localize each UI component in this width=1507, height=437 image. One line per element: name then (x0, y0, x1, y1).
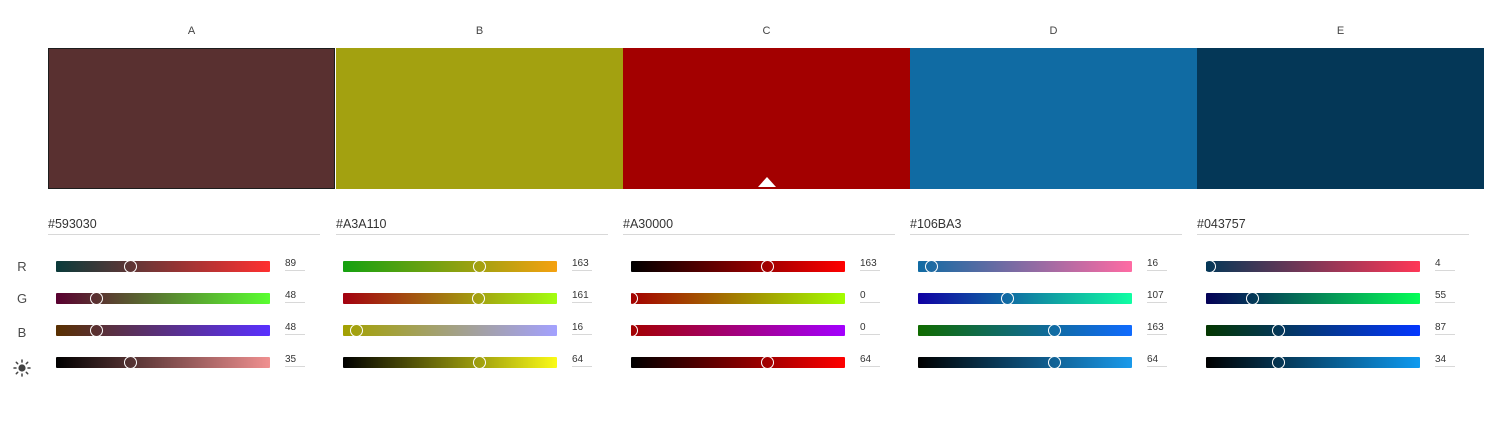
slider-handle[interactable] (124, 260, 138, 273)
brightness-slider[interactable] (1206, 356, 1420, 369)
slider-handle[interactable] (471, 292, 485, 305)
color-swatch[interactable] (1197, 48, 1484, 189)
color-swatch[interactable] (48, 48, 335, 189)
slider-handle[interactable] (1001, 292, 1015, 305)
red-value-input[interactable] (1435, 257, 1455, 271)
slider-handle[interactable] (1048, 324, 1062, 337)
green-slider[interactable] (343, 292, 557, 305)
brightness-value-input[interactable] (572, 353, 592, 367)
slider-handle[interactable] (124, 356, 138, 369)
slider-handle[interactable] (1272, 356, 1286, 369)
brightness-slider[interactable] (918, 356, 1132, 369)
slider-handle[interactable] (89, 324, 103, 337)
green-value-input[interactable] (860, 289, 880, 303)
blue-slider[interactable] (56, 324, 270, 337)
blue-slider[interactable] (1206, 324, 1420, 337)
green-value-input[interactable] (285, 289, 305, 303)
green-value-input[interactable] (572, 289, 592, 303)
brightness-slider[interactable] (343, 356, 557, 369)
blue-slider[interactable] (343, 324, 557, 337)
slider-handle[interactable] (89, 292, 103, 305)
column-label: C (762, 25, 771, 37)
slider-handle[interactable] (624, 324, 638, 337)
blue-value-input[interactable] (1435, 321, 1455, 335)
slider-handle[interactable] (1272, 324, 1286, 337)
row-label-b: B (17, 325, 27, 340)
green-slider[interactable] (1206, 292, 1420, 305)
blue-value-input[interactable] (860, 321, 880, 335)
green-slider[interactable] (624, 292, 845, 305)
slider-handle[interactable] (349, 324, 363, 337)
red-value-input[interactable] (860, 257, 880, 271)
red-slider[interactable] (631, 260, 845, 273)
column-label: D (1049, 25, 1058, 37)
blue-slider[interactable] (624, 324, 845, 337)
green-value-input[interactable] (1435, 289, 1455, 303)
red-value-input[interactable] (1147, 257, 1167, 271)
column-label: B (475, 25, 484, 37)
hex-input[interactable] (910, 215, 1182, 235)
hex-input[interactable] (48, 215, 320, 235)
brightness-value-input[interactable] (860, 353, 880, 367)
red-slider[interactable] (918, 260, 1132, 273)
brightness-value-input[interactable] (285, 353, 305, 367)
base-color-marker-icon (757, 177, 776, 187)
red-value-input[interactable] (285, 257, 305, 271)
color-swatch[interactable] (910, 48, 1197, 189)
slider-handle[interactable] (761, 356, 775, 369)
green-value-input[interactable] (1147, 289, 1167, 303)
brightness-slider[interactable] (56, 356, 270, 369)
green-slider[interactable] (56, 292, 270, 305)
hex-input[interactable] (1197, 215, 1469, 235)
slider-handle[interactable] (624, 292, 638, 305)
column-label: E (1336, 25, 1345, 37)
slider-handle[interactable] (1245, 292, 1259, 305)
red-value-input[interactable] (572, 257, 592, 271)
blue-value-input[interactable] (285, 321, 305, 335)
brightness-value-input[interactable] (1147, 353, 1167, 367)
brightness-icon (13, 359, 31, 377)
slider-handle[interactable] (924, 260, 938, 273)
green-slider[interactable] (918, 292, 1132, 305)
red-slider[interactable] (56, 260, 270, 273)
color-swatch[interactable] (336, 48, 623, 189)
slider-handle[interactable] (1048, 356, 1062, 369)
blue-value-input[interactable] (572, 321, 592, 335)
row-label-r: R (17, 259, 27, 274)
slider-handle[interactable] (473, 260, 487, 273)
blue-slider[interactable] (918, 324, 1132, 337)
column-label: A (187, 25, 196, 37)
brightness-value-input[interactable] (1435, 353, 1455, 367)
red-slider[interactable] (343, 260, 557, 273)
color-swatch[interactable] (623, 48, 910, 189)
brightness-slider[interactable] (631, 356, 845, 369)
slider-handle[interactable] (761, 260, 775, 273)
row-label-g: G (16, 291, 28, 306)
hex-input[interactable] (623, 215, 895, 235)
hex-input[interactable] (336, 215, 608, 235)
slider-handle[interactable] (1202, 260, 1216, 273)
blue-value-input[interactable] (1147, 321, 1167, 335)
slider-handle[interactable] (473, 356, 487, 369)
red-slider[interactable] (1202, 260, 1420, 273)
